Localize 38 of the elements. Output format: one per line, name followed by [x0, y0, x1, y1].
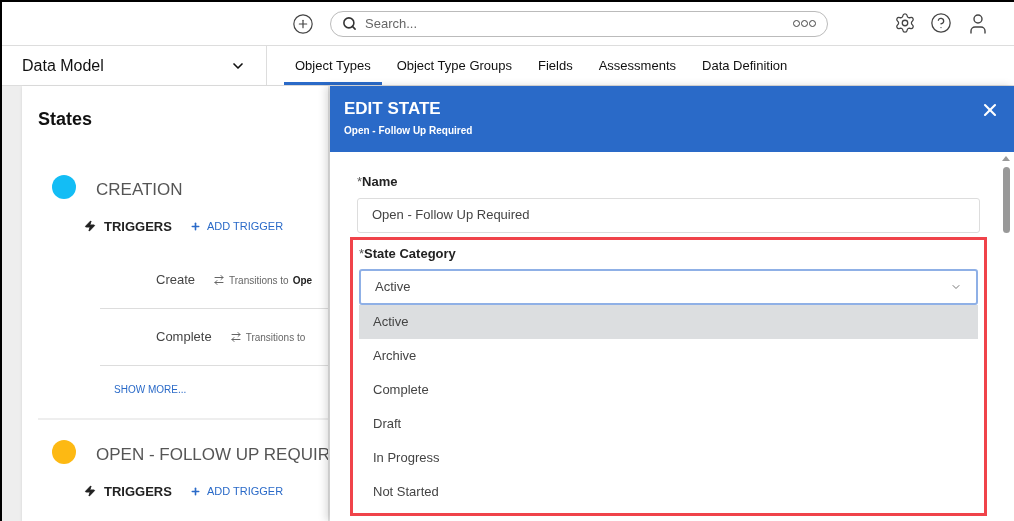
panel-title: States	[38, 108, 94, 131]
add-trigger-link[interactable]: ADD TRIGGER	[189, 483, 284, 500]
nav-tab[interactable]: Data Definition	[691, 46, 799, 85]
transition-icon	[213, 274, 226, 286]
state-category-select[interactable]: Active	[359, 269, 978, 305]
trigger-name: Complete	[156, 328, 212, 347]
triggers-label: TRIGGERS	[104, 217, 172, 236]
dropdown-option[interactable]: Active	[359, 305, 978, 339]
state-name: CREATION	[96, 179, 183, 201]
field-label: State Category	[364, 244, 456, 263]
plus-icon	[189, 485, 201, 497]
lightning-icon	[84, 220, 96, 233]
trigger-name: Create	[156, 271, 196, 290]
required-asterisk: *	[359, 244, 365, 263]
required-asterisk: *	[357, 173, 363, 191]
help-icon[interactable]	[930, 11, 952, 34]
scrollbar[interactable]	[998, 152, 1014, 521]
lightning-icon	[84, 485, 96, 498]
add-trigger-link[interactable]: ADD TRIGGER	[189, 218, 284, 235]
name-input[interactable]: Open - Follow Up Required	[357, 197, 980, 233]
transition-text: Transitions to	[229, 273, 289, 288]
settings-icon[interactable]	[894, 11, 916, 34]
drawer-title: EDIT STATE	[344, 98, 442, 120]
transition-icon	[229, 331, 242, 343]
plus-icon	[189, 220, 201, 232]
drawer-subtitle: Open - Follow Up Required	[344, 124, 473, 139]
nav-tab[interactable]: Object Type Groups	[385, 46, 523, 85]
nav-tab[interactable]: Fields	[527, 46, 584, 85]
nav-tab[interactable]: Assessments	[587, 46, 687, 85]
triggers-label: TRIGGERS	[104, 482, 172, 501]
show-more-link[interactable]: SHOW MORE...	[114, 382, 187, 397]
search-field[interactable]: Search...	[330, 10, 828, 37]
transition-text: Transitions to	[245, 330, 306, 345]
section-dropdown[interactable]: Data Model	[2, 46, 267, 85]
field-label: Name	[362, 173, 398, 191]
transition-target: Ope	[292, 273, 313, 288]
search-icon	[342, 15, 357, 31]
add-icon[interactable]	[292, 12, 314, 35]
